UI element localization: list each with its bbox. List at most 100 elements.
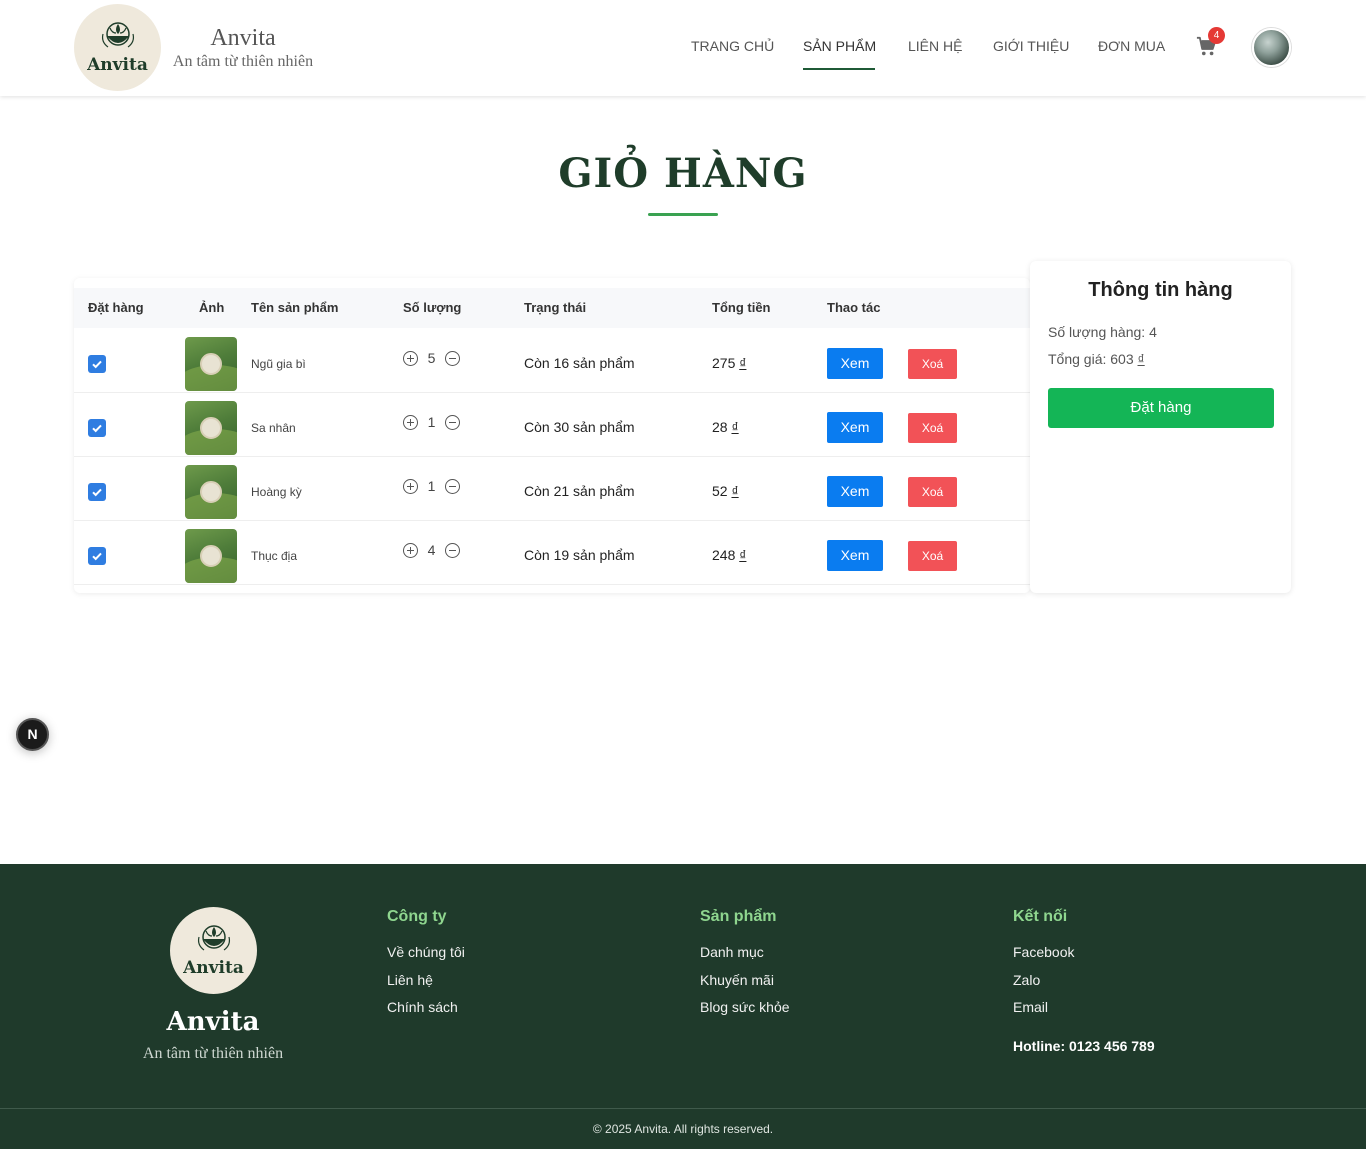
product-image [185, 465, 237, 519]
quantity-stepper: 5 [403, 349, 460, 367]
footer-products-heading: Sản phẩm [700, 908, 777, 925]
footer-company: Công ty Về chúng tôi Liên hệ Chính sách [387, 908, 465, 1027]
check-icon [92, 488, 102, 497]
row-total: 52 ₫ [712, 483, 739, 499]
footer-link-policy[interactable]: Chính sách [387, 999, 465, 1027]
footer-company-heading: Công ty [387, 908, 447, 925]
check-icon [92, 424, 102, 433]
quantity-stepper: 1 [403, 413, 460, 431]
footer-link-about[interactable]: Về chúng tôi [387, 944, 465, 972]
footer-brand-name: Anvita [166, 1007, 260, 1037]
col-status: Trạng thái [524, 300, 587, 315]
footer-link-zalo[interactable]: Zalo [1013, 972, 1074, 1000]
nav-orders[interactable]: ĐƠN MUA [1098, 38, 1165, 54]
increase-icon[interactable] [403, 350, 418, 366]
decrease-icon[interactable] [445, 542, 460, 558]
site-footer: Anvita Anvita An tâm từ thiên nhiên Công… [0, 864, 1366, 1149]
row-total: 248 ₫ [712, 547, 747, 563]
footer-tagline: An tâm từ thiên nhiên [142, 1045, 284, 1062]
footer-connect-heading: Kết nối [1013, 908, 1068, 925]
view-button[interactable]: Xem [827, 412, 883, 443]
footer-link-facebook[interactable]: Facebook [1013, 944, 1074, 972]
order-checkbox[interactable] [88, 483, 106, 501]
nav-products[interactable]: SẢN PHẨM [803, 38, 876, 54]
increase-icon[interactable] [403, 478, 418, 494]
product-name: Sa nhân [251, 421, 296, 435]
product-image [185, 529, 237, 583]
table-row: Ngũ gia bì 5 Còn 16 sản phẩm 275 ₫ Xem X… [74, 335, 1030, 393]
order-summary-card: Thông tin hàng Số lượng hàng: 4 Tổng giá… [1030, 261, 1291, 593]
col-name: Tên sản phẩm [251, 300, 339, 315]
summary-count: Số lượng hàng: 4 [1048, 324, 1157, 340]
product-name: Thục địa [251, 549, 298, 563]
product-image [185, 337, 237, 391]
col-total: Tổng tiền [712, 300, 771, 315]
quantity-value: 5 [427, 350, 436, 366]
herb-bowl-icon [197, 925, 230, 951]
logo-wordmark: Anvita [87, 55, 148, 75]
check-icon [92, 552, 102, 561]
quantity-value: 1 [427, 414, 436, 430]
row-total: 28 ₫ [712, 419, 739, 435]
page-title: GIỎ HÀNG [558, 150, 808, 197]
order-checkbox[interactable] [88, 547, 106, 565]
product-name: Hoàng kỳ [251, 485, 302, 499]
view-button[interactable]: Xem [827, 476, 883, 507]
title-underline [648, 213, 718, 216]
table-header: Đặt hàng Ảnh Tên sản phẩm Số lượng Trạng… [74, 288, 1030, 328]
user-avatar[interactable] [1252, 28, 1291, 67]
col-quantity: Số lượng [403, 300, 462, 315]
footer-link-blog[interactable]: Blog sức khỏe [700, 999, 790, 1027]
increase-icon[interactable] [403, 414, 418, 430]
footer-link-promotions[interactable]: Khuyến mãi [700, 972, 790, 1000]
main-nav: TRANG CHỦ SẢN PHẨM LIÊN HỆ GIỚI THIỆU ĐƠ… [0, 38, 1366, 58]
decrease-icon[interactable] [445, 478, 460, 494]
stock-status: Còn 21 sản phẩm [524, 483, 635, 499]
footer-link-categories[interactable]: Danh mục [700, 944, 790, 972]
active-nav-underline [803, 68, 875, 70]
decrease-icon[interactable] [445, 414, 460, 430]
product-name: Ngũ gia bì [251, 357, 306, 371]
quantity-value: 1 [427, 478, 436, 494]
place-order-button[interactable]: Đặt hàng [1048, 388, 1274, 428]
decrease-icon[interactable] [445, 350, 460, 366]
summary-total: Tổng giá: 603 ₫ [1048, 351, 1145, 367]
col-order: Đặt hàng [88, 300, 144, 315]
product-image [185, 401, 237, 455]
stock-status: Còn 30 sản phẩm [524, 419, 635, 435]
delete-button[interactable]: Xoá [908, 349, 957, 379]
nextjs-dev-badge[interactable]: N [16, 718, 49, 751]
view-button[interactable]: Xem [827, 348, 883, 379]
col-actions: Thao tác [827, 300, 881, 315]
footer-link-email[interactable]: Email [1013, 999, 1074, 1027]
footer-connect: Kết nối Facebook Zalo Email [1013, 908, 1074, 1027]
delete-button[interactable]: Xoá [908, 477, 957, 507]
delete-button[interactable]: Xoá [908, 413, 957, 443]
nav-home[interactable]: TRANG CHỦ [691, 38, 774, 54]
quantity-value: 4 [427, 542, 436, 558]
summary-title: Thông tin hàng [1088, 279, 1233, 301]
footer-logo: Anvita [170, 907, 257, 994]
stock-status: Còn 16 sản phẩm [524, 355, 635, 371]
table-row: Hoàng kỳ 1 Còn 21 sản phẩm 52 ₫ Xem Xoá [74, 463, 1030, 521]
view-button[interactable]: Xem [827, 540, 883, 571]
increase-icon[interactable] [403, 542, 418, 558]
footer-logo-wordmark: Anvita [183, 958, 244, 978]
quantity-stepper: 4 [403, 541, 460, 559]
delete-button[interactable]: Xoá [908, 541, 957, 571]
table-row: Sa nhân 1 Còn 30 sản phẩm 28 ₫ Xem Xoá [74, 399, 1030, 457]
site-header: Anvita Anvita An tâm từ thiên nhiên TRAN… [0, 0, 1366, 96]
nav-about[interactable]: GIỚI THIỆU [993, 38, 1069, 54]
order-checkbox[interactable] [88, 355, 106, 373]
nav-contact[interactable]: LIÊN HỆ [908, 38, 962, 54]
footer-divider [0, 1108, 1366, 1109]
footer-hotline: Hotline: 0123 456 789 [1013, 1038, 1155, 1054]
col-image: Ảnh [199, 300, 225, 315]
quantity-stepper: 1 [403, 477, 460, 495]
stock-status: Còn 19 sản phẩm [524, 547, 635, 563]
footer-copyright: © 2025 Anvita. All rights reserved. [592, 1122, 774, 1136]
table-row: Thục địa 4 Còn 19 sản phẩm 248 ₫ Xem Xoá [74, 527, 1030, 585]
order-checkbox[interactable] [88, 419, 106, 437]
cart-count-badge: 4 [1208, 27, 1225, 44]
footer-link-contact[interactable]: Liên hệ [387, 972, 465, 1000]
